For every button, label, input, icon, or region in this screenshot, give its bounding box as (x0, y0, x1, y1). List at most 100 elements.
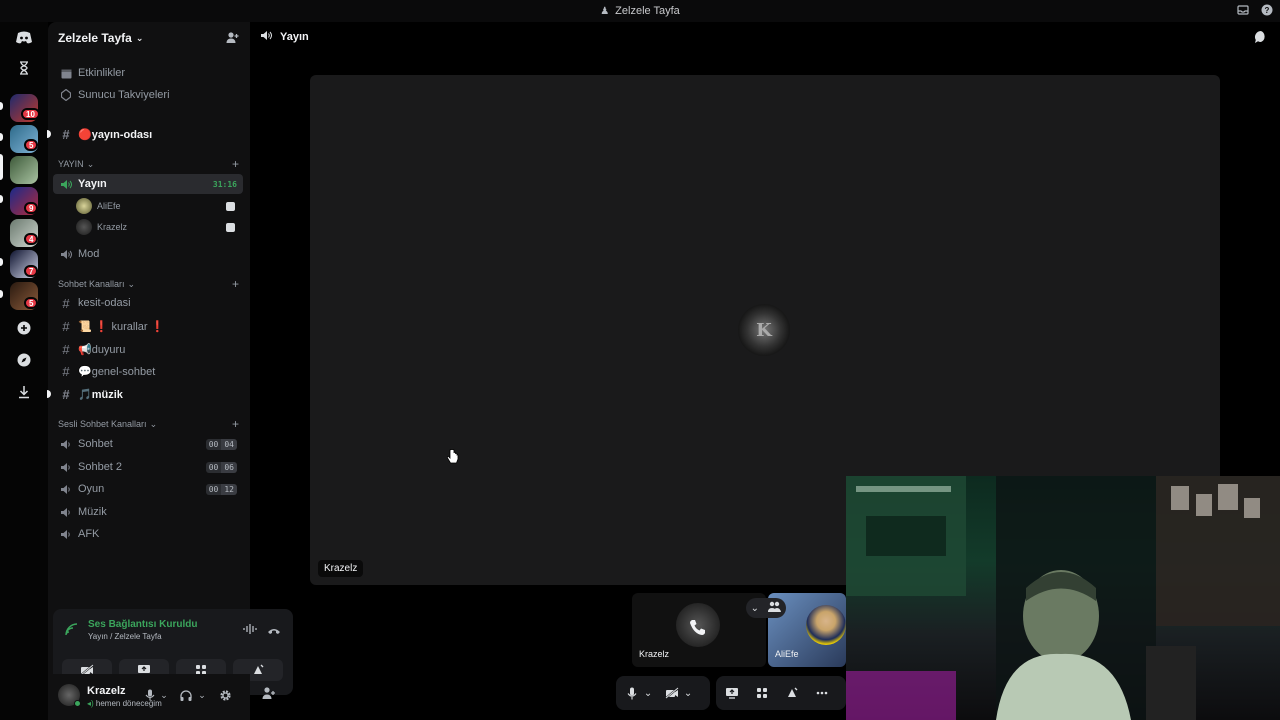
mic-camera-controls: ⌄ ⌄ (616, 676, 710, 710)
voice-channel-muzik[interactable]: Müzik (53, 502, 243, 522)
server-icon-3[interactable] (10, 156, 38, 184)
hash-icon: # (62, 341, 70, 357)
counter-current: 00 (205, 483, 222, 495)
voice-channel-sohbet-2[interactable]: Sohbet 2 00 06 (53, 457, 243, 477)
channel-label: 🎵müzik (78, 388, 123, 401)
mention-badge: 7 (24, 265, 39, 277)
speaker-icon (60, 506, 72, 518)
stage-voice-icon (260, 30, 272, 44)
counter-limit: 06 (221, 461, 237, 473)
avatar (76, 219, 92, 235)
chevron-down-icon: ⌄ (127, 278, 136, 289)
title-bar: ♟ Zelzele Tayfa ? (0, 0, 1280, 22)
voice-channel-sohbet[interactable]: Sohbet 00 04 (53, 434, 243, 454)
stage-icon: ♟ (600, 5, 610, 17)
discover-icon[interactable] (12, 348, 36, 372)
category-yayin[interactable]: YAYIN ⌄ + (58, 157, 243, 171)
guild-header[interactable]: Zelzele Tayfa ⌄ (58, 30, 143, 46)
participants-icon (768, 601, 782, 615)
soundboard-icon[interactable] (784, 685, 800, 701)
disconnect-icon[interactable] (267, 624, 281, 639)
call-timer: 31:16 (212, 179, 237, 189)
chevron-down-icon: ⌄ (149, 418, 158, 429)
camera-off-icon[interactable] (664, 685, 680, 701)
category-sohbet[interactable]: Sohbet Kanalları ⌄ + (58, 277, 243, 291)
channel-duyuru[interactable]: # 📢duyuru (53, 339, 243, 359)
mic-options-chevron-icon[interactable]: ⌄ (157, 688, 171, 702)
channel-genel-sohbet[interactable]: # 💬genel-sohbet (53, 361, 243, 381)
speaker-icon (60, 483, 72, 495)
channel-muzik[interactable]: # 🎵müzik (53, 384, 243, 404)
user-name[interactable]: Krazelz (87, 685, 126, 697)
channel-label: 📜 ❗ kurallar ❗ (78, 320, 165, 333)
channel-yayin-odasi[interactable]: # 🔴yayın-odası (53, 124, 243, 144)
user-limit-counter: 00 06 (205, 461, 237, 473)
channel-label: 🔴yayın-odası (78, 128, 153, 141)
server-boosts-item[interactable]: Sunucu Takviyeleri (53, 85, 243, 105)
user-limit-counter: 00 04 (205, 438, 237, 450)
participant-name-label: Krazelz (639, 649, 670, 659)
channel-label: 💬genel-sohbet (78, 365, 156, 378)
hash-icon: # (62, 386, 70, 402)
guild-name: Zelzele Tayfa (58, 31, 132, 45)
voice-channel-afk[interactable]: AFK (53, 524, 243, 544)
camera-options-chevron-icon[interactable]: ⌄ (684, 685, 692, 701)
invite-people-icon[interactable] (226, 31, 240, 45)
hash-icon: # (62, 295, 70, 311)
category-sesli[interactable]: Sesli Sohbet Kanalları ⌄ + (58, 417, 243, 431)
hand-cursor-icon (446, 449, 459, 465)
mention-badge: 10 (21, 108, 40, 120)
online-status-dot (74, 700, 81, 707)
invite-to-call-icon[interactable] (262, 686, 278, 702)
channel-label: AFK (78, 528, 100, 540)
create-channel-icon[interactable]: + (232, 157, 239, 171)
headphone-options-chevron-icon[interactable]: ⌄ (195, 688, 209, 702)
channel-kurallar[interactable]: # 📜 ❗ kurallar ❗ (53, 316, 243, 336)
inbox-icon[interactable] (1236, 3, 1250, 17)
chevron-down-icon: ⌄ (750, 602, 760, 614)
chat-bubble-icon[interactable] (1254, 30, 1268, 44)
voice-user[interactable]: AliEfe (76, 196, 241, 216)
microphone-icon[interactable] (143, 688, 157, 702)
microphone-icon[interactable] (624, 685, 640, 701)
mention-badge: 5 (24, 297, 39, 309)
boost-icon (60, 89, 72, 101)
hourglass-icon[interactable] (12, 56, 36, 80)
voice-channel-yayin[interactable]: Yayın 31:16 (53, 174, 243, 194)
settings-gear-icon[interactable] (218, 688, 232, 702)
create-channel-icon[interactable]: + (232, 417, 239, 431)
channel-kesit-odasi[interactable]: # kesit-odasi (53, 293, 243, 313)
more-options-icon[interactable] (814, 685, 830, 701)
connection-location[interactable]: Yayın / Zelzele Tayfa (88, 632, 162, 641)
headphones-icon[interactable] (179, 688, 193, 702)
avatar (76, 198, 92, 214)
connection-signal-icon[interactable] (65, 623, 79, 637)
download-icon[interactable] (12, 380, 36, 404)
discord-home-icon[interactable] (12, 26, 36, 50)
channel-label: Oyun (78, 483, 105, 495)
voice-channel-mod[interactable]: Mod (53, 244, 243, 264)
collapse-participants-pill[interactable]: ⌄ (746, 598, 786, 618)
create-channel-icon[interactable]: + (232, 277, 239, 291)
chevron-down-icon: ⌄ (135, 32, 144, 43)
help-icon[interactable]: ? (1260, 3, 1274, 17)
speaker-icon (60, 528, 72, 540)
screen-share-icon (226, 201, 235, 211)
mic-options-chevron-icon[interactable]: ⌄ (644, 685, 652, 701)
voice-channel-oyun[interactable]: Oyun 00 12 (53, 479, 243, 499)
voice-user[interactable]: Krazelz (76, 217, 241, 237)
activities-icon[interactable] (754, 685, 770, 701)
channel-label: Mod (78, 248, 100, 260)
hash-icon: # (62, 318, 70, 334)
speaker-icon (60, 461, 72, 473)
events-label: Etkinlikler (78, 67, 126, 79)
noise-suppression-icon[interactable] (243, 623, 257, 638)
add-server-icon[interactable] (12, 316, 36, 340)
connection-status[interactable]: Ses Bağlantısı Kuruldu (88, 619, 197, 630)
user-panel: Krazelz ◂) hemen döneceğim ⌄ ⌄ (48, 674, 250, 720)
screen-share-icon[interactable] (724, 685, 740, 701)
channel-title: Yayın (280, 31, 309, 43)
events-item[interactable]: Etkinlikler (53, 63, 243, 83)
active-server-pill (0, 154, 3, 180)
unread-pill (0, 133, 3, 141)
